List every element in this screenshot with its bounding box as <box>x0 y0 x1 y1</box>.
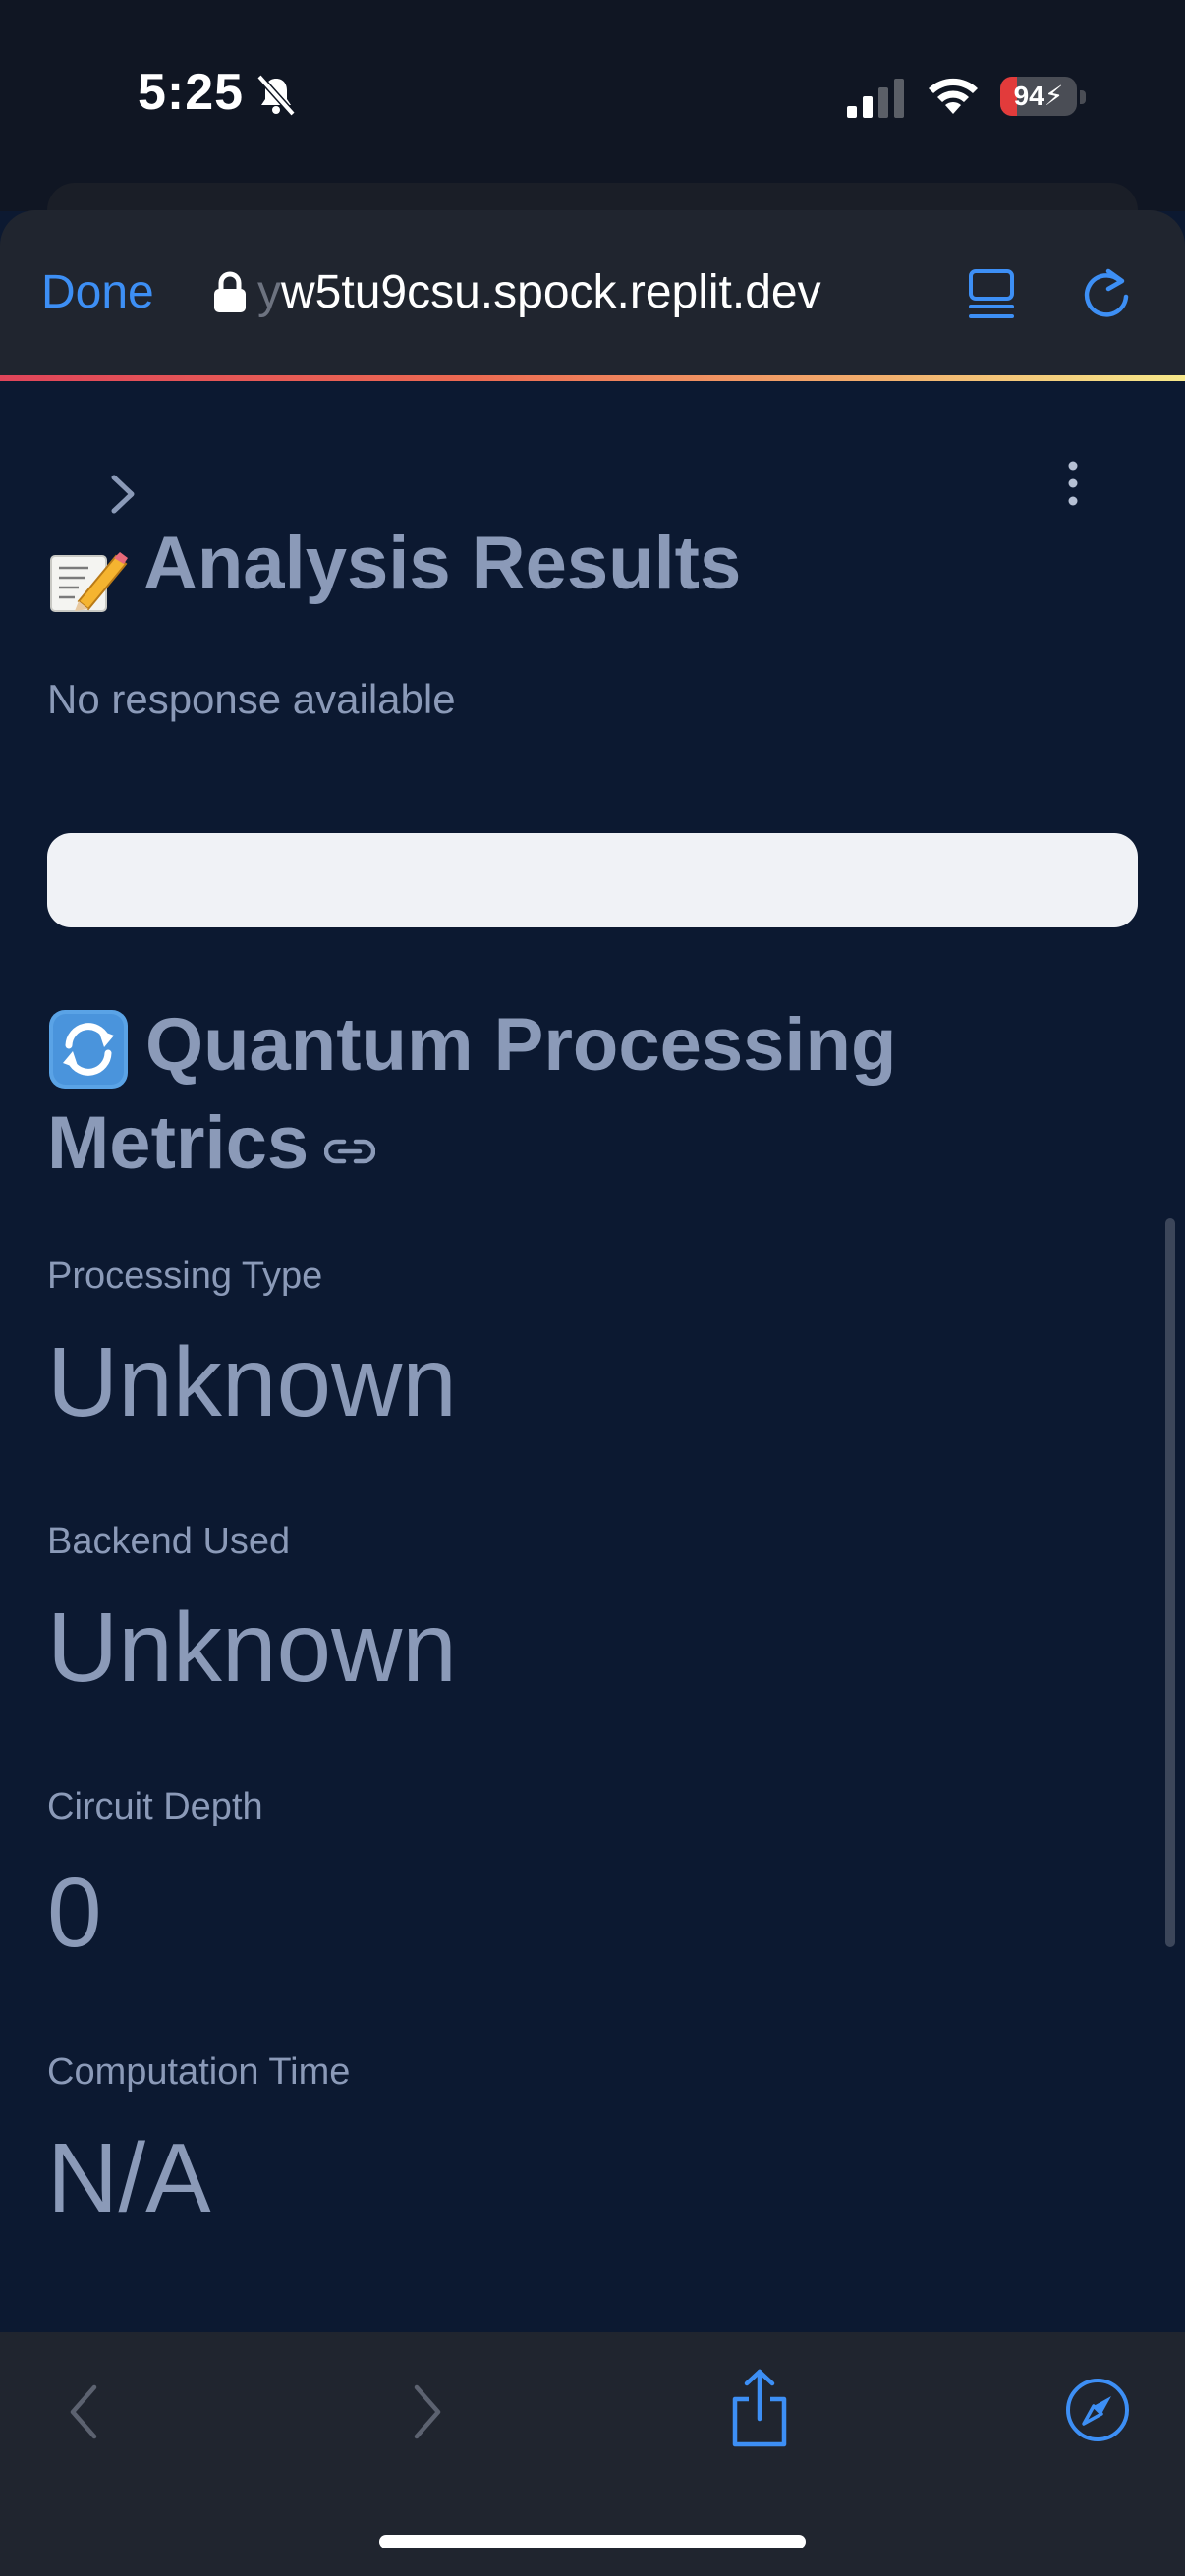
metric-value-backend-used: Unknown <box>47 1593 457 1703</box>
metric-label-circuit-depth: Circuit Depth <box>47 1786 263 1827</box>
url-text: w5tu9csu.spock.replit.dev <box>281 266 821 318</box>
battery-cap <box>1080 90 1086 104</box>
back-icon[interactable] <box>63 2381 104 2442</box>
quantum-metrics-heading-line1: Quantum Processing <box>145 1003 897 1087</box>
address-bar-url[interactable]: yw5tu9csu.spock.replit.dev <box>257 265 821 319</box>
metric-value-circuit-depth: 0 <box>47 1858 102 1968</box>
metric-label-computation-time: Computation Time <box>47 2051 351 2093</box>
wifi-icon <box>929 78 978 114</box>
metric-label-processing-type: Processing Type <box>47 1256 323 1297</box>
bell-slash-icon <box>256 74 296 117</box>
home-indicator[interactable] <box>379 2535 806 2548</box>
link-icon[interactable] <box>324 1132 375 1171</box>
page-scrollbar[interactable] <box>1165 1218 1175 1947</box>
share-icon[interactable] <box>727 2368 792 2448</box>
quantum-metrics-heading-line2: Metrics <box>47 1101 310 1185</box>
status-time: 5:25 <box>138 64 245 121</box>
forward-icon[interactable] <box>407 2381 448 2442</box>
chevron-right-icon[interactable] <box>106 472 141 517</box>
battery-level-text: 94⚡ <box>1013 81 1064 111</box>
metric-value-processing-type: Unknown <box>47 1327 457 1437</box>
more-vertical-icon[interactable] <box>1061 460 1085 507</box>
reload-icon[interactable] <box>1079 267 1134 322</box>
metric-value-computation-time: N/A <box>47 2123 211 2233</box>
memo-icon <box>50 552 128 612</box>
lock-icon <box>214 271 246 312</box>
analysis-results-heading: Analysis Results <box>143 522 742 605</box>
url-faded-prefix: y <box>257 266 281 318</box>
page-load-progress <box>0 375 1185 381</box>
counterclockwise-arrows-icon <box>49 1010 128 1089</box>
reader-icon[interactable] <box>967 267 1016 322</box>
response-text: No response available <box>47 676 456 722</box>
metric-label-backend-used: Backend Used <box>47 1521 291 1562</box>
response-output-box <box>47 833 1138 927</box>
compass-icon[interactable] <box>1065 2378 1130 2442</box>
done-button[interactable]: Done <box>41 265 154 319</box>
cellular-signal-icon <box>847 79 904 118</box>
battery-indicator: 94⚡ <box>1000 77 1077 116</box>
